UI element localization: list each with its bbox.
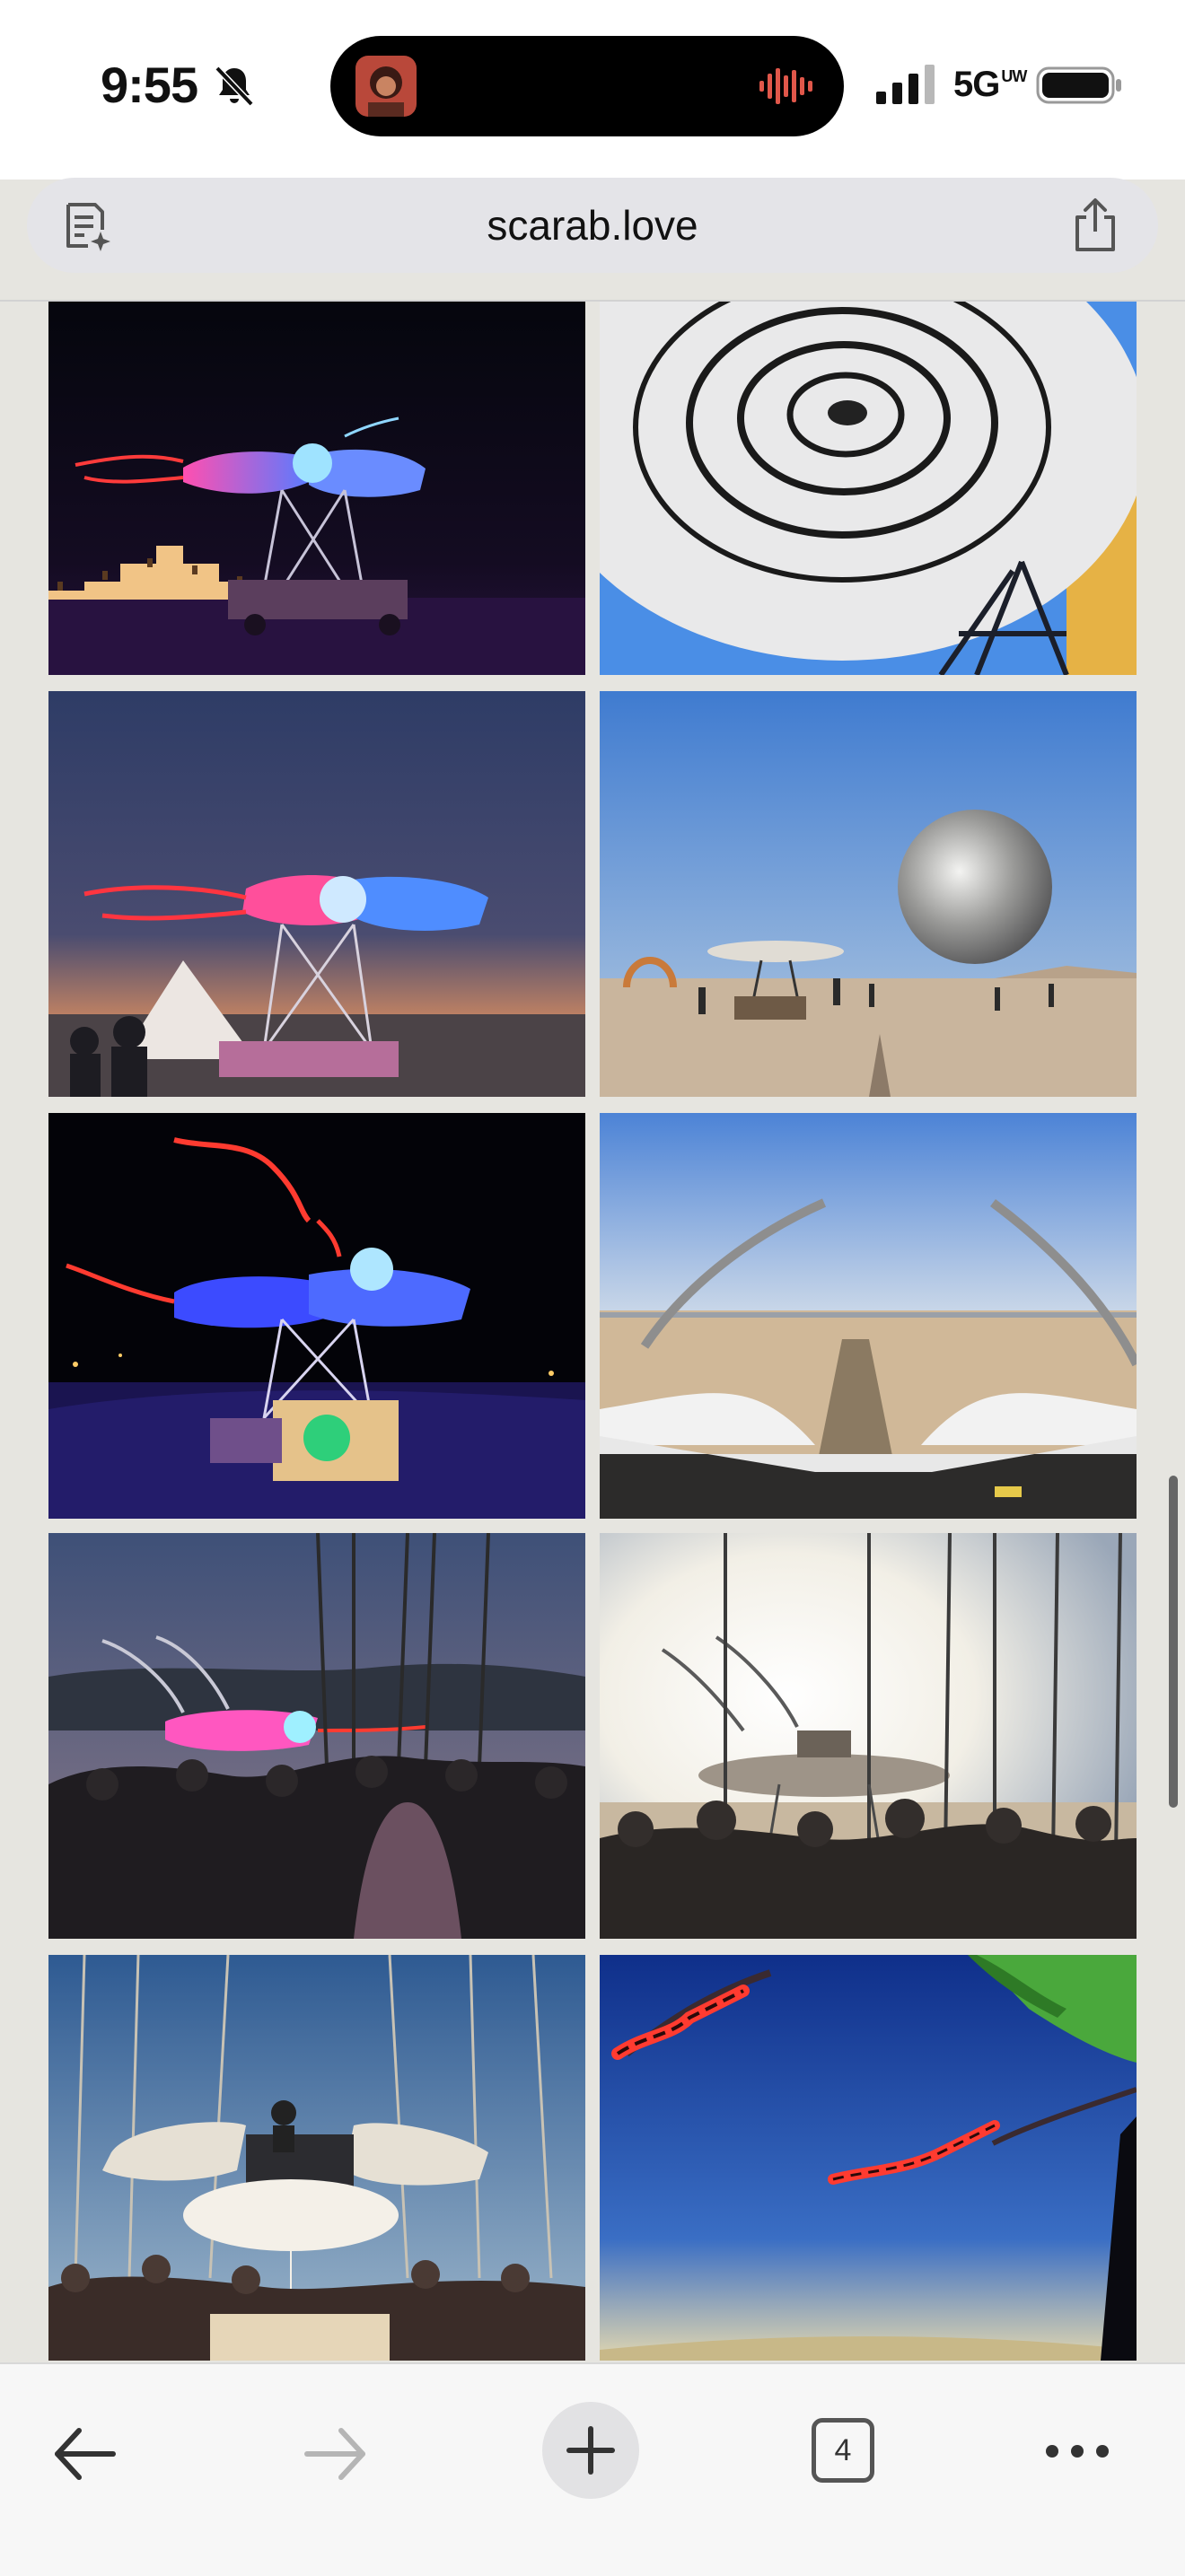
network-type: 5G UW xyxy=(953,65,1027,104)
bell-slash-icon xyxy=(215,66,254,107)
dynamic-island[interactable] xyxy=(330,36,844,136)
gallery-photo[interactable] xyxy=(600,1955,1137,2361)
share-icon[interactable] xyxy=(1070,197,1120,253)
plus-icon xyxy=(566,2426,615,2475)
audio-wave-icon xyxy=(759,68,812,104)
forward-arrow-icon[interactable] xyxy=(302,2420,370,2488)
gallery-photo[interactable] xyxy=(48,1955,585,2361)
more-icon[interactable] xyxy=(1043,2438,1111,2465)
signal-bars-icon xyxy=(876,65,935,104)
browser-toolbar: 4 xyxy=(0,2362,1185,2576)
gallery-photo[interactable] xyxy=(48,302,585,675)
now-playing-artwork xyxy=(356,56,417,117)
scroll-indicator[interactable] xyxy=(1169,1476,1178,1808)
back-arrow-icon[interactable] xyxy=(50,2420,118,2488)
gallery-photo[interactable] xyxy=(600,302,1137,675)
status-time: 9:55 xyxy=(101,57,198,113)
address-bar[interactable]: scarab.love xyxy=(27,178,1158,273)
tabs-button[interactable]: 4 xyxy=(812,2418,874,2483)
new-tab-button[interactable] xyxy=(542,2402,639,2499)
url-text[interactable]: scarab.love xyxy=(27,201,1158,250)
gallery-photo[interactable] xyxy=(600,691,1137,1097)
gallery-photo[interactable] xyxy=(48,1113,585,1519)
tab-count: 4 xyxy=(834,2433,852,2467)
gallery-photo[interactable] xyxy=(48,691,585,1097)
gallery-photo[interactable] xyxy=(600,1113,1137,1519)
photo-gallery[interactable] xyxy=(0,302,1185,2362)
gallery-photo[interactable] xyxy=(48,1533,585,1939)
gallery-photo[interactable] xyxy=(600,1533,1137,1939)
battery-icon xyxy=(1036,66,1121,104)
status-bar: 9:55 5G UW scarab.love xyxy=(0,0,1185,273)
